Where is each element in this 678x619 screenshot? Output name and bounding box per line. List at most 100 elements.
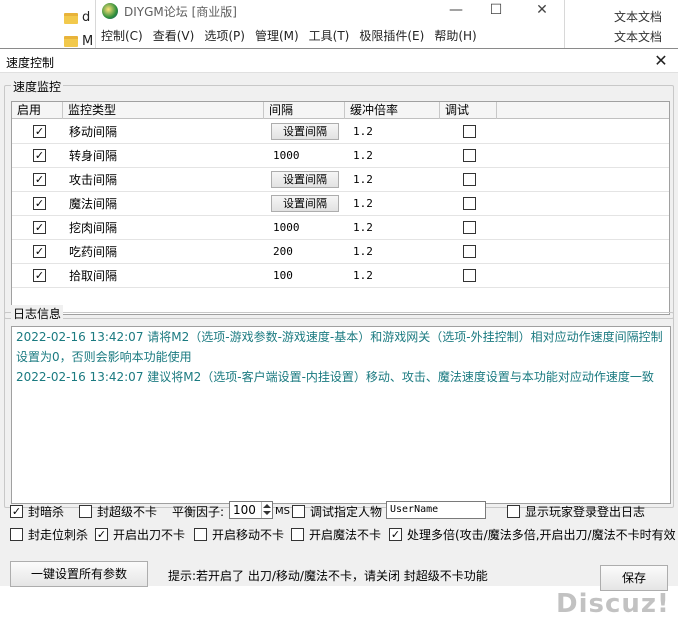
- enabled-checkbox[interactable]: ✓: [33, 269, 46, 282]
- dialog-titlebar: 速度控制 ✕: [0, 49, 678, 73]
- interval-cell[interactable]: 1000: [273, 216, 300, 240]
- menu-view[interactable]: 查看(V): [148, 26, 200, 46]
- ratio-cell[interactable]: 1.2: [353, 168, 373, 192]
- speed-monitor-legend: 速度监控: [11, 78, 64, 95]
- column-header-interval[interactable]: 间隔: [264, 102, 345, 119]
- enabled-checkbox[interactable]: ✓: [33, 245, 46, 258]
- option-feng-an-sha[interactable]: ✓ 封暗杀: [10, 504, 80, 520]
- menu-plugins[interactable]: 极限插件(E): [354, 26, 429, 46]
- spinner-up-icon[interactable]: [263, 504, 271, 508]
- ratio-cell[interactable]: 1.2: [353, 192, 373, 216]
- debug-checkbox[interactable]: [463, 125, 476, 138]
- ratio-cell[interactable]: 1.2: [353, 240, 373, 264]
- balance-factor-value[interactable]: 100: [233, 503, 256, 517]
- checkbox-chu-dao[interactable]: ✓: [95, 528, 108, 541]
- dialog-close-icon[interactable]: ✕: [650, 50, 672, 72]
- enabled-checkbox[interactable]: ✓: [33, 173, 46, 186]
- label-feng-an-sha: 封暗杀: [28, 505, 65, 519]
- menu-options[interactable]: 选项(P): [199, 26, 250, 46]
- folder-icon: [64, 36, 78, 47]
- app-menubar: 控制(C) 查看(V) 选项(P) 管理(M) 工具(T) 极限插件(E) 帮助…: [96, 26, 482, 46]
- debug-checkbox[interactable]: [463, 245, 476, 258]
- label-debug-player: 调试指定人物: [310, 505, 383, 519]
- balance-factor-spinner[interactable]: 100: [229, 501, 273, 519]
- speed-control-dialog: 速度控制 ✕ 速度监控 启用 监控类型 间隔 缓冲倍率 调试 ✓ 移动间隔 设置间隔…: [0, 48, 678, 619]
- interval-cell[interactable]: 200: [273, 240, 293, 264]
- spinner-down-icon[interactable]: [263, 511, 271, 515]
- enabled-checkbox[interactable]: ✓: [33, 197, 46, 210]
- set-interval-button[interactable]: 设置间隔: [271, 195, 339, 212]
- file-type-label: 文本文档: [613, 10, 662, 24]
- debug-player-input[interactable]: UserName: [386, 501, 486, 519]
- menu-manage[interactable]: 管理(M): [250, 26, 304, 46]
- interval-cell[interactable]: 1000: [273, 144, 300, 168]
- folder-label[interactable]: d: [82, 10, 90, 25]
- folder-label[interactable]: M: [82, 34, 93, 49]
- ratio-cell[interactable]: 1.2: [353, 144, 373, 168]
- option-debug-player[interactable]: 调试指定人物: [292, 504, 384, 520]
- app-titlebar: DIYGM论坛 [商业版] — ☐ ✕: [96, 0, 566, 22]
- ratio-cell[interactable]: 1.2: [353, 216, 373, 240]
- checkbox-feng-chao-ji-bu-ka[interactable]: [79, 505, 92, 518]
- enabled-checkbox[interactable]: ✓: [33, 149, 46, 162]
- app-logo-icon: [102, 3, 118, 19]
- maximize-icon[interactable]: ☐: [474, 0, 518, 22]
- minimize-icon[interactable]: —: [434, 0, 478, 22]
- debug-checkbox[interactable]: [463, 197, 476, 210]
- log-line: 2022-02-16 13:42:07 请将M2（选项-游戏参数-游戏速度-基本…: [16, 330, 663, 364]
- ratio-cell[interactable]: 1.2: [353, 264, 373, 288]
- table-row[interactable]: ✓ 拾取间隔 100 1.2: [12, 264, 669, 288]
- checkbox-debug-player[interactable]: [292, 505, 305, 518]
- option-chu-dao[interactable]: ✓ 开启出刀不卡: [95, 527, 191, 543]
- column-header-debug[interactable]: 调试: [440, 102, 497, 119]
- checkbox-show-login-log[interactable]: [507, 505, 520, 518]
- menu-tools[interactable]: 工具(T): [304, 26, 355, 46]
- hint-text: 提示:若开启了 出刀/移动/魔法不卡，请关闭 封超级不卡功能: [168, 569, 488, 583]
- table-row[interactable]: ✓ 吃药间隔 200 1.2: [12, 240, 669, 264]
- set-all-params-button[interactable]: 一键设置所有参数: [10, 561, 148, 587]
- column-header-enabled[interactable]: 启用: [12, 102, 63, 119]
- menu-help[interactable]: 帮助(H): [429, 26, 481, 46]
- discuz-watermark: Discuz!: [556, 589, 670, 619]
- interval-cell[interactable]: 100: [273, 264, 293, 288]
- debug-checkbox[interactable]: [463, 149, 476, 162]
- app-title: DIYGM论坛 [商业版]: [124, 5, 237, 19]
- column-header-type[interactable]: 监控类型: [63, 102, 264, 119]
- debug-checkbox[interactable]: [463, 173, 476, 186]
- log-textarea[interactable]: 2022-02-16 13:42:07 请将M2（选项-游戏参数-游戏速度-基本…: [11, 326, 671, 504]
- table-header: 启用 监控类型 间隔 缓冲倍率 调试: [12, 102, 669, 119]
- menu-control[interactable]: 控制(C): [96, 26, 148, 46]
- checkbox-duo-bei[interactable]: ✓: [389, 528, 402, 541]
- label-feng-zou-wei: 封走位刺杀: [28, 528, 89, 542]
- set-interval-button[interactable]: 设置间隔: [271, 123, 339, 140]
- table-row[interactable]: ✓ 移动间隔 设置间隔 1.2: [12, 120, 669, 144]
- speed-monitor-table: 启用 监控类型 间隔 缓冲倍率 调试 ✓ 移动间隔 设置间隔 1.2 ✓ 转身间隔 1000…: [11, 101, 670, 315]
- option-mo-fa[interactable]: 开启魔法不卡: [291, 527, 387, 543]
- save-button[interactable]: 保存: [600, 565, 668, 591]
- enabled-checkbox[interactable]: ✓: [33, 125, 46, 138]
- option-duo-bei[interactable]: ✓ 处理多倍(攻击/魔法多倍,开启出刀/魔法不卡时有效: [389, 527, 678, 543]
- label-show-login-log: 显示玩家登录登出日志: [525, 505, 646, 519]
- option-yi-dong[interactable]: 开启移动不卡: [194, 527, 290, 543]
- checkbox-mo-fa[interactable]: [291, 528, 304, 541]
- debug-checkbox[interactable]: [463, 221, 476, 234]
- option-show-login-log[interactable]: 显示玩家登录登出日志: [507, 504, 657, 520]
- table-row[interactable]: ✓ 挖肉间隔 1000 1.2: [12, 216, 669, 240]
- table-row[interactable]: ✓ 攻击间隔 设置间隔 1.2: [12, 168, 669, 192]
- option-feng-chao-ji-bu-ka[interactable]: 封超级不卡: [79, 504, 171, 520]
- close-icon[interactable]: ✕: [520, 0, 564, 22]
- checkbox-feng-an-sha[interactable]: ✓: [10, 505, 23, 518]
- table-row[interactable]: ✓ 魔法间隔 设置间隔 1.2: [12, 192, 669, 216]
- option-feng-zou-wei[interactable]: 封走位刺杀: [10, 527, 96, 543]
- ratio-cell[interactable]: 1.2: [353, 120, 373, 144]
- checkbox-yi-dong[interactable]: [194, 528, 207, 541]
- speed-monitor-group: 速度监控 启用 监控类型 间隔 缓冲倍率 调试 ✓ 移动间隔 设置间隔 1.2 ✓ 转身间…: [4, 78, 674, 319]
- balance-factor-unit: MS: [275, 506, 290, 517]
- set-interval-button[interactable]: 设置间隔: [271, 171, 339, 188]
- table-row[interactable]: ✓ 转身间隔 1000 1.2: [12, 144, 669, 168]
- enabled-checkbox[interactable]: ✓: [33, 221, 46, 234]
- spinner-arrows[interactable]: [261, 502, 272, 518]
- column-header-ratio[interactable]: 缓冲倍率: [345, 102, 440, 119]
- checkbox-feng-zou-wei[interactable]: [10, 528, 23, 541]
- debug-checkbox[interactable]: [463, 269, 476, 282]
